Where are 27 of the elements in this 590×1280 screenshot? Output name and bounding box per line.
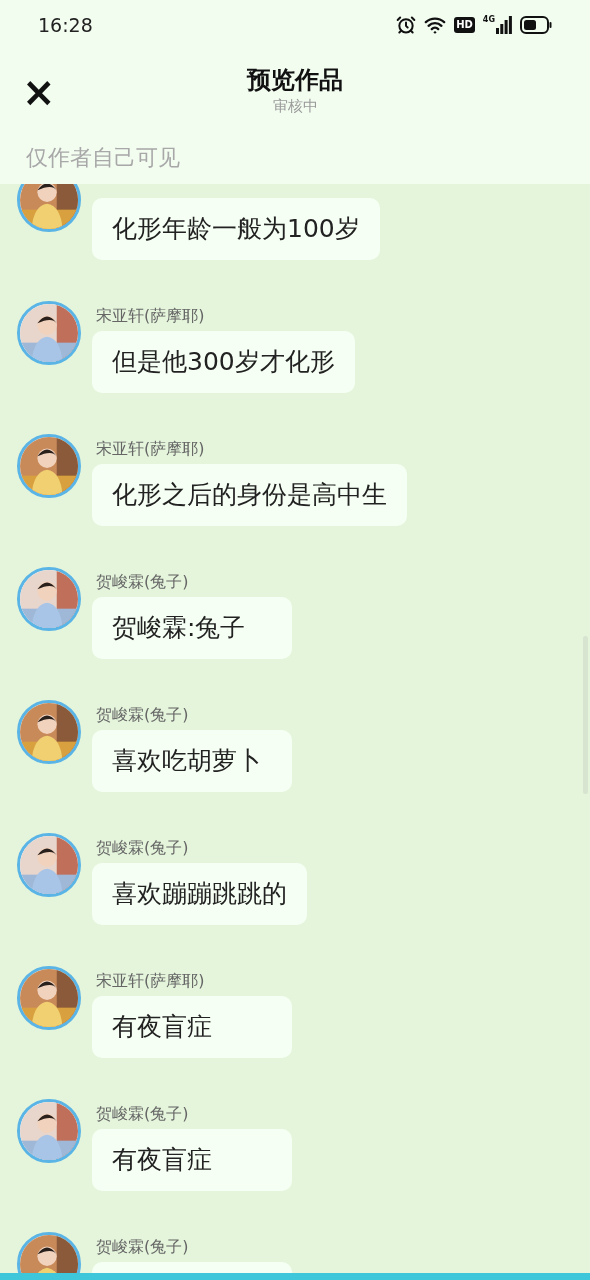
signal-icon xyxy=(496,16,512,34)
page-title: 预览作品 xyxy=(247,65,343,96)
sender-name: 宋亚轩(萨摩耶) xyxy=(96,438,206,460)
sender-name: 宋亚轩(萨摩耶) xyxy=(96,305,206,327)
message-text: 有夜盲症 xyxy=(112,1011,212,1044)
message-text: 有夜盲症 xyxy=(112,1144,212,1177)
sender-name: 宋亚轩(萨摩耶) xyxy=(96,970,206,992)
message-text: 贺峻霖:兔子 xyxy=(112,612,246,645)
battery-icon xyxy=(520,16,552,34)
message-text: 喜欢蹦蹦跳跳的 xyxy=(112,878,287,911)
message-text: 化形年龄一般为100岁 xyxy=(112,213,360,246)
sender-name: 贺峻霖(兔子) xyxy=(96,837,190,859)
message-text: 喜欢吃胡萝卜 xyxy=(112,745,262,778)
hd-badge: HD xyxy=(454,17,475,33)
close-button[interactable]: × xyxy=(22,72,56,112)
sender-name: 贺峻霖(兔子) xyxy=(96,1236,190,1258)
message-text: 化形之后的身份是高中生 xyxy=(112,479,387,512)
page-subtitle: 审核中 xyxy=(272,96,318,116)
visibility-notice: 仅作者自己可见 xyxy=(26,143,180,172)
network-label: 4G xyxy=(482,16,495,24)
sender-name: 贺峻霖(兔子) xyxy=(96,1103,190,1125)
wifi-icon xyxy=(424,14,447,36)
sender-name: 贺峻霖(兔子) xyxy=(96,704,190,726)
alarm-icon xyxy=(396,15,417,35)
message-text: 但是他300岁才化形 xyxy=(112,346,335,379)
sender-name: 贺峻霖(兔子) xyxy=(96,571,190,593)
status-time: 16:28 xyxy=(38,12,93,38)
